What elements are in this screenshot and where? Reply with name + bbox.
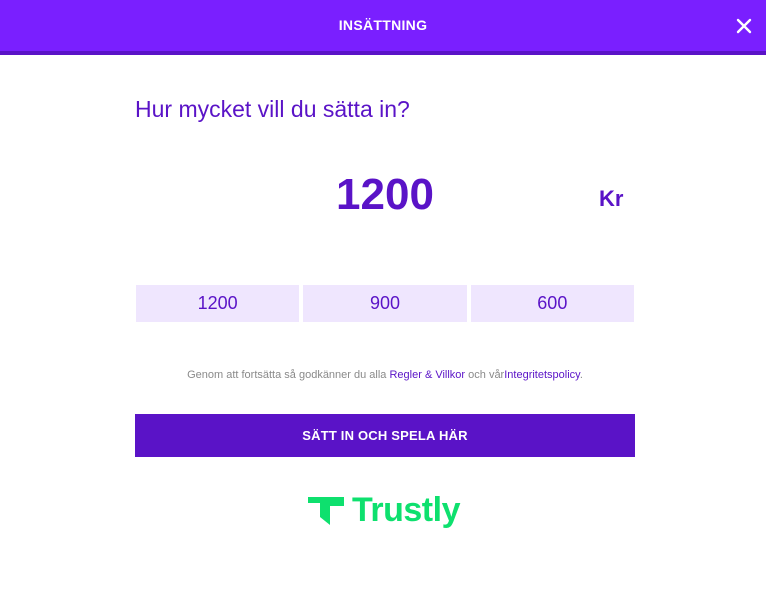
preset-amount-900[interactable]: 900 [303, 285, 467, 322]
terms-middle: och vår [465, 369, 505, 381]
preset-amount-600[interactable]: 600 [470, 285, 634, 322]
terms-prefix: Genom att fortsätta så godkänner du alla [187, 369, 390, 381]
close-button[interactable] [734, 16, 754, 36]
trustly-logo: Trustly [308, 492, 460, 528]
close-icon [736, 18, 752, 34]
currency-label: Kr [599, 186, 624, 211]
modal-header: INSÄTTNING [0, 0, 766, 55]
privacy-policy-link[interactable]: Integritetspolicy [504, 369, 580, 381]
preset-amount-1200[interactable]: 1200 [136, 285, 300, 322]
deposit-question: Hur mycket vill du sätta in? [135, 96, 410, 122]
rules-link[interactable]: Regler & Villkor [389, 369, 465, 381]
trustly-logo-icon [308, 497, 344, 525]
preset-amounts: 1200 900 600 [136, 285, 634, 322]
amount-input[interactable] [285, 170, 485, 220]
terms-text: Genom att fortsätta så godkänner du alla… [135, 369, 635, 381]
terms-suffix: . [579, 369, 583, 381]
modal-title: INSÄTTNING [338, 17, 428, 33]
deposit-and-play-button[interactable]: SÄTT IN OCH SPELA HÄR [135, 414, 635, 457]
trustly-wordmark: Trustly [352, 491, 460, 529]
